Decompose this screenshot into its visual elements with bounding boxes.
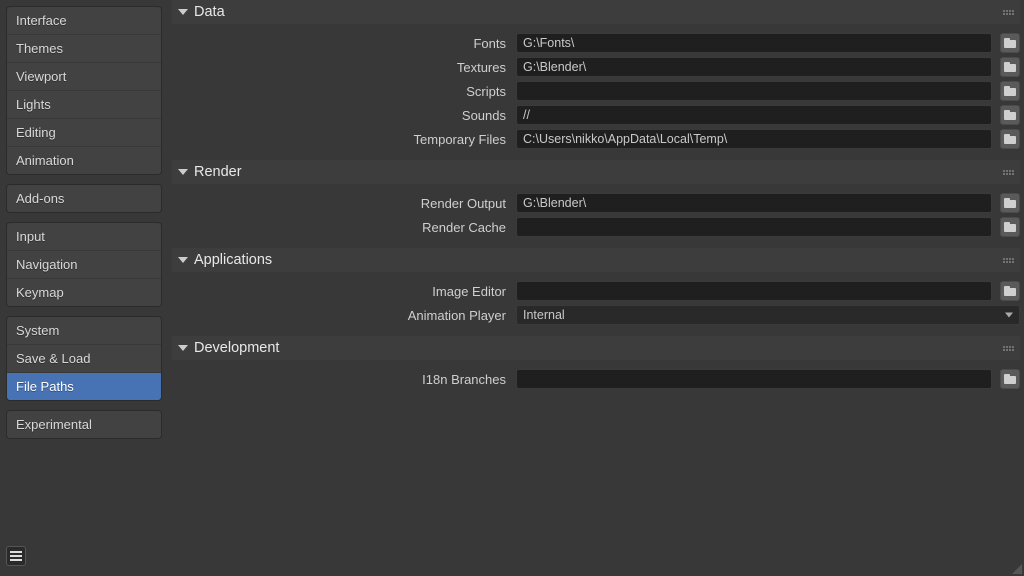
sidebar-group-2: Add-ons <box>6 184 162 213</box>
input-sounds-path[interactable]: // <box>516 105 992 125</box>
row-sounds: Sounds // <box>172 104 1020 126</box>
browse-render-output-button[interactable] <box>1000 193 1020 213</box>
label-temp-files: Temporary Files <box>172 132 508 147</box>
input-fonts-path[interactable]: G:\Fonts\ <box>516 33 992 53</box>
label-animation-player: Animation Player <box>172 308 508 323</box>
folder-icon <box>1004 110 1016 120</box>
row-i18n-branches: I18n Branches <box>172 368 1020 390</box>
label-render-cache: Render Cache <box>172 220 508 235</box>
section-render-rows: Render Output G:\Blender\ Render Cache <box>172 192 1020 244</box>
select-animation-player[interactable]: Internal <box>516 305 1020 325</box>
disclosure-triangle-icon <box>178 9 188 15</box>
section-header-render[interactable]: Render <box>172 160 1020 184</box>
browse-image-editor-button[interactable] <box>1000 281 1020 301</box>
folder-icon <box>1004 198 1016 208</box>
resize-corner-icon[interactable] <box>1012 564 1022 574</box>
section-header-applications[interactable]: Applications <box>172 248 1020 272</box>
sidebar-item-system[interactable]: System <box>7 317 161 344</box>
select-value: Internal <box>523 308 565 322</box>
chevron-down-icon <box>1005 313 1013 318</box>
section-header-development[interactable]: Development <box>172 336 1020 360</box>
label-i18n-branches: I18n Branches <box>172 372 508 387</box>
disclosure-triangle-icon <box>178 345 188 351</box>
input-i18n-branches-path[interactable] <box>516 369 992 389</box>
row-animation-player: Animation Player Internal <box>172 304 1020 326</box>
row-render-cache: Render Cache <box>172 216 1020 238</box>
hamburger-menu-button[interactable] <box>6 546 26 566</box>
browse-sounds-button[interactable] <box>1000 105 1020 125</box>
sidebar-item-animation[interactable]: Animation <box>7 147 161 174</box>
browse-temp-files-button[interactable] <box>1000 129 1020 149</box>
sidebar-group-3: Input Navigation Keymap <box>6 222 162 307</box>
grip-icon[interactable] <box>1003 258 1014 263</box>
sidebar-item-keymap[interactable]: Keymap <box>7 279 161 306</box>
sidebar-group-1: Interface Themes Viewport Lights Editing… <box>6 6 162 175</box>
folder-icon <box>1004 286 1016 296</box>
folder-icon <box>1004 222 1016 232</box>
section-title: Applications <box>194 252 272 268</box>
preferences-main-panel: Data Fonts G:\Fonts\ Textures G:\Blender… <box>168 0 1024 576</box>
sidebar-item-navigation[interactable]: Navigation <box>7 251 161 278</box>
grip-icon[interactable] <box>1003 346 1014 351</box>
browse-render-cache-button[interactable] <box>1000 217 1020 237</box>
row-image-editor: Image Editor <box>172 280 1020 302</box>
section-development-rows: I18n Branches <box>172 368 1020 396</box>
input-render-output-path[interactable]: G:\Blender\ <box>516 193 992 213</box>
row-render-output: Render Output G:\Blender\ <box>172 192 1020 214</box>
section-data-rows: Fonts G:\Fonts\ Textures G:\Blender\ Scr… <box>172 32 1020 156</box>
sidebar-item-addons[interactable]: Add-ons <box>7 185 161 212</box>
browse-i18n-branches-button[interactable] <box>1000 369 1020 389</box>
section-title: Render <box>194 164 242 180</box>
grip-icon[interactable] <box>1003 10 1014 15</box>
sidebar-item-themes[interactable]: Themes <box>7 35 161 62</box>
sidebar-item-input[interactable]: Input <box>7 223 161 250</box>
sidebar-item-lights[interactable]: Lights <box>7 91 161 118</box>
label-sounds: Sounds <box>172 108 508 123</box>
row-fonts: Fonts G:\Fonts\ <box>172 32 1020 54</box>
label-scripts: Scripts <box>172 84 508 99</box>
grip-icon[interactable] <box>1003 170 1014 175</box>
browse-fonts-button[interactable] <box>1000 33 1020 53</box>
row-temp-files: Temporary Files C:\Users\nikko\AppData\L… <box>172 128 1020 150</box>
folder-icon <box>1004 374 1016 384</box>
sidebar-item-save-load[interactable]: Save & Load <box>7 345 161 372</box>
input-scripts-path[interactable] <box>516 81 992 101</box>
input-textures-path[interactable]: G:\Blender\ <box>516 57 992 77</box>
sidebar-item-interface[interactable]: Interface <box>7 7 161 34</box>
label-textures: Textures <box>172 60 508 75</box>
section-title: Development <box>194 340 279 356</box>
preferences-sidebar: Interface Themes Viewport Lights Editing… <box>0 0 168 576</box>
label-fonts: Fonts <box>172 36 508 51</box>
section-header-data[interactable]: Data <box>172 0 1020 24</box>
row-scripts: Scripts <box>172 80 1020 102</box>
row-textures: Textures G:\Blender\ <box>172 56 1020 78</box>
input-image-editor-path[interactable] <box>516 281 992 301</box>
folder-icon <box>1004 86 1016 96</box>
browse-textures-button[interactable] <box>1000 57 1020 77</box>
sidebar-group-5: Experimental <box>6 410 162 439</box>
input-render-cache-path[interactable] <box>516 217 992 237</box>
label-image-editor: Image Editor <box>172 284 508 299</box>
browse-scripts-button[interactable] <box>1000 81 1020 101</box>
folder-icon <box>1004 62 1016 72</box>
sidebar-item-experimental[interactable]: Experimental <box>7 411 161 438</box>
sidebar-item-viewport[interactable]: Viewport <box>7 63 161 90</box>
folder-icon <box>1004 38 1016 48</box>
sidebar-item-file-paths[interactable]: File Paths <box>7 373 161 400</box>
input-temp-files-path[interactable]: C:\Users\nikko\AppData\Local\Temp\ <box>516 129 992 149</box>
section-title: Data <box>194 4 225 20</box>
section-applications-rows: Image Editor Animation Player Internal <box>172 280 1020 332</box>
disclosure-triangle-icon <box>178 169 188 175</box>
folder-icon <box>1004 134 1016 144</box>
label-render-output: Render Output <box>172 196 508 211</box>
sidebar-group-4: System Save & Load File Paths <box>6 316 162 401</box>
disclosure-triangle-icon <box>178 257 188 263</box>
sidebar-item-editing[interactable]: Editing <box>7 119 161 146</box>
